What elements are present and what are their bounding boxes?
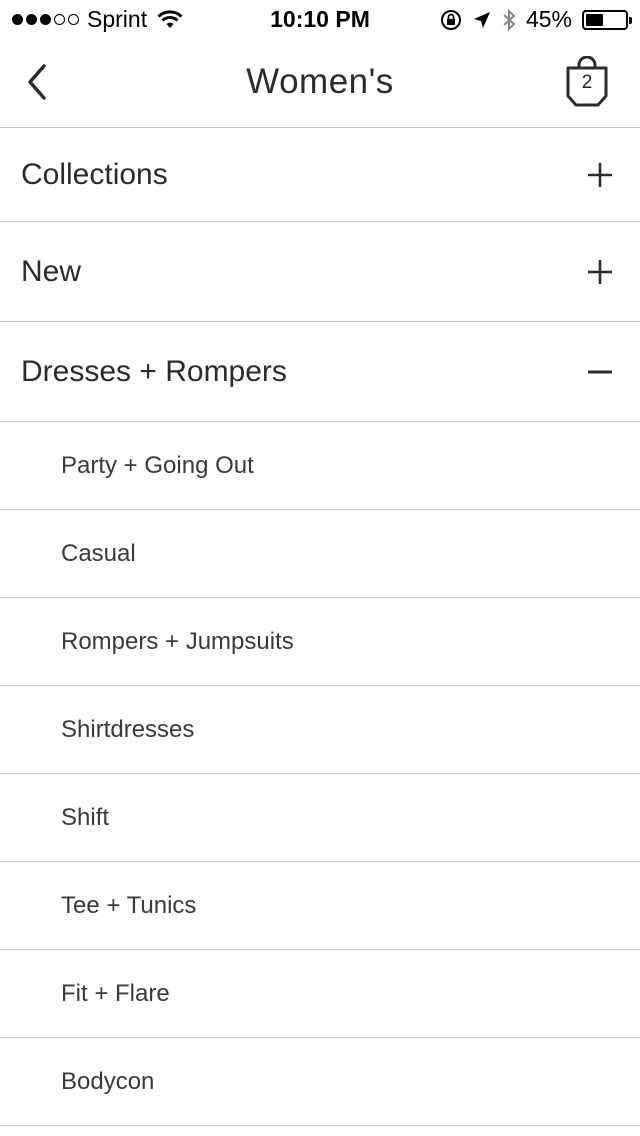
subcategory-fit-flare[interactable]: Fit + Flare (0, 950, 640, 1038)
orientation-lock-icon (440, 9, 461, 30)
category-new[interactable]: New (0, 222, 640, 322)
category-label: Dresses + Rompers (21, 354, 287, 388)
battery-icon (582, 9, 632, 30)
subcategory-label: Tee + Tunics (61, 891, 197, 919)
category-label: New (21, 254, 82, 288)
location-arrow-icon (473, 11, 490, 28)
subcategory-shirtdresses[interactable]: Shirtdresses (0, 686, 640, 774)
category-menu: Collections New Dresses + Rompers Party … (0, 129, 640, 1126)
bluetooth-icon (503, 8, 516, 31)
subcategory-bodycon[interactable]: Bodycon (0, 1038, 640, 1126)
cart-count-badge: 2 (581, 72, 593, 93)
navigation-bar: Women's 2 (0, 40, 640, 128)
category-collections[interactable]: Collections (0, 129, 640, 222)
subcategory-party-going-out[interactable]: Party + Going Out (0, 422, 640, 510)
subcategory-label: Bodycon (61, 1067, 155, 1095)
subcategory-label: Fit + Flare (61, 979, 170, 1007)
subcategory-casual[interactable]: Casual (0, 510, 640, 598)
subcategory-tee-tunics[interactable]: Tee + Tunics (0, 862, 640, 950)
battery-percent: 45% (525, 6, 572, 32)
category-label: Collections (21, 158, 168, 191)
subcategory-rompers-jumpsuits[interactable]: Rompers + Jumpsuits (0, 598, 640, 686)
subcategory-label: Rompers + Jumpsuits (61, 627, 294, 655)
subcategory-label: Casual (61, 539, 136, 567)
subcategory-shift[interactable]: Shift (0, 774, 640, 862)
battery-fill (586, 13, 604, 26)
minus-icon (588, 370, 612, 373)
plus-icon (588, 163, 612, 187)
cart-button[interactable]: 2 (564, 56, 610, 108)
subcategory-label: Shirtdresses (61, 715, 195, 743)
status-bar: Sprint 10:10 PM 45% (0, 0, 640, 40)
plus-icon (588, 259, 612, 284)
subcategory-label: Party + Going Out (61, 451, 254, 479)
page-title: Women's (246, 62, 394, 101)
subcategory-label: Shift (61, 803, 110, 831)
status-right: 45% (440, 6, 632, 33)
category-dresses-rompers[interactable]: Dresses + Rompers (0, 322, 640, 422)
